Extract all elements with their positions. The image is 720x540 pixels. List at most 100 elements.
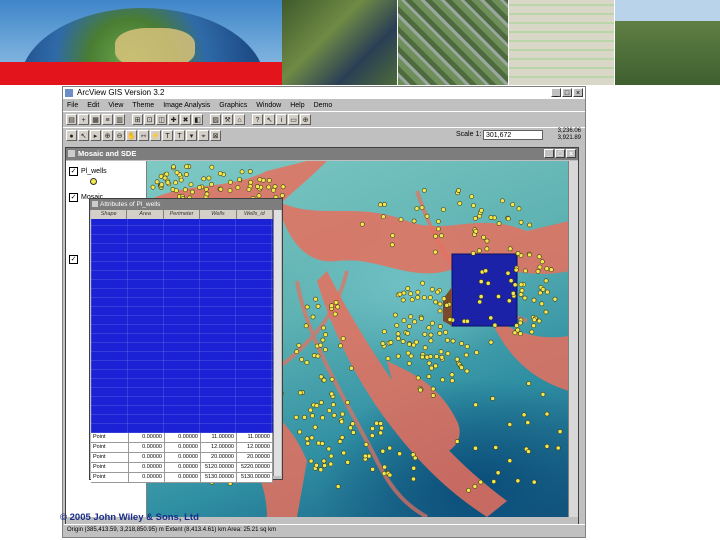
well-point[interactable] <box>429 365 434 371</box>
table-row[interactable]: Point 0.00000 0.00000 12.00000 12.00000 <box>91 443 273 453</box>
well-point[interactable] <box>529 329 535 335</box>
well-point[interactable] <box>394 322 400 328</box>
well-point[interactable] <box>248 179 254 185</box>
well-point[interactable] <box>329 391 335 397</box>
well-point[interactable] <box>488 215 494 220</box>
well-point[interactable] <box>406 323 412 329</box>
well-point[interactable] <box>539 259 545 265</box>
well-point[interactable] <box>521 412 527 418</box>
well-point[interactable] <box>437 330 443 336</box>
well-point[interactable] <box>454 439 460 444</box>
well-point[interactable] <box>338 343 343 349</box>
well-point[interactable] <box>380 448 386 454</box>
menu-view[interactable]: View <box>108 100 123 111</box>
well-point[interactable] <box>499 198 505 204</box>
draw-tool-icon[interactable]: ▾ <box>186 130 197 141</box>
column-header[interactable]: Shape <box>91 210 128 219</box>
menu-graphics[interactable]: Graphics <box>219 100 247 111</box>
well-point[interactable] <box>419 205 425 210</box>
save-icon[interactable]: ▤ <box>66 114 77 125</box>
well-point[interactable] <box>339 434 345 440</box>
well-point[interactable] <box>470 250 476 256</box>
table-row[interactable]: Point 0.00000 0.00000 5120.00000 5220.00… <box>91 463 273 473</box>
well-point[interactable] <box>539 301 545 307</box>
well-point[interactable] <box>445 351 451 356</box>
well-point[interactable] <box>217 171 223 176</box>
well-point[interactable] <box>266 184 272 190</box>
well-point[interactable] <box>478 279 484 284</box>
well-point[interactable] <box>335 304 341 310</box>
hotlink-tool-icon[interactable]: ⚡ <box>150 130 161 141</box>
well-point[interactable] <box>464 318 470 324</box>
well-point[interactable] <box>414 206 420 211</box>
well-point[interactable] <box>432 249 438 255</box>
well-point[interactable] <box>424 354 430 360</box>
well-point[interactable] <box>464 344 470 349</box>
well-point[interactable] <box>537 264 543 270</box>
well-point[interactable] <box>484 238 490 244</box>
well-point[interactable] <box>330 402 336 408</box>
well-point[interactable] <box>339 419 345 425</box>
well-point[interactable] <box>318 374 324 380</box>
well-point[interactable] <box>557 429 563 434</box>
well-point[interactable] <box>516 206 522 212</box>
well-point[interactable] <box>246 186 252 192</box>
well-point[interactable] <box>496 221 502 226</box>
well-point[interactable] <box>438 349 444 355</box>
well-point[interactable] <box>171 164 176 170</box>
well-point[interactable] <box>412 455 418 461</box>
well-point[interactable] <box>537 290 543 296</box>
menu-file[interactable]: File <box>67 100 78 111</box>
well-point[interactable] <box>294 349 300 355</box>
well-point[interactable] <box>433 299 439 305</box>
well-point[interactable] <box>322 463 327 468</box>
well-point[interactable] <box>178 177 184 183</box>
well-point[interactable] <box>201 176 207 182</box>
well-point[interactable] <box>378 421 384 426</box>
well-point[interactable] <box>320 415 325 421</box>
view-maximize-button[interactable]: □ <box>555 149 565 158</box>
well-point[interactable] <box>411 218 417 224</box>
well-point[interactable] <box>422 345 428 351</box>
well-point[interactable] <box>555 445 561 451</box>
well-point[interactable] <box>315 303 321 309</box>
table-vertical-scrollbar[interactable] <box>273 210 281 476</box>
close-button[interactable]: × <box>573 88 583 97</box>
maximize-button[interactable]: □ <box>562 88 572 97</box>
well-point[interactable] <box>505 270 511 276</box>
pointer-tool-icon[interactable]: ↖ <box>78 130 89 141</box>
pan-tool-icon[interactable]: ✋ <box>126 130 137 141</box>
well-point[interactable] <box>411 476 416 482</box>
well-point[interactable] <box>428 338 434 344</box>
well-point[interactable] <box>308 407 313 413</box>
well-point[interactable] <box>397 291 403 297</box>
well-point[interactable] <box>535 269 541 274</box>
well-point[interactable] <box>464 368 470 374</box>
well-point[interactable] <box>418 316 424 321</box>
well-point[interactable] <box>385 356 391 361</box>
well-point[interactable] <box>411 465 417 471</box>
well-point[interactable] <box>228 179 233 185</box>
well-point[interactable] <box>333 299 339 305</box>
well-point[interactable] <box>422 331 428 337</box>
well-point[interactable] <box>308 458 314 464</box>
well-point[interactable] <box>173 188 179 193</box>
well-point[interactable] <box>441 296 447 302</box>
table-row[interactable]: Point 0.00000 0.00000 20.00000 20.00000 <box>91 453 273 463</box>
well-point[interactable] <box>544 266 550 271</box>
menu-image-analysis[interactable]: Image Analysis <box>163 100 210 111</box>
well-point[interactable] <box>408 314 414 320</box>
well-point[interactable] <box>400 339 406 344</box>
well-point[interactable] <box>328 453 334 459</box>
well-point[interactable] <box>381 471 387 476</box>
well-point[interactable] <box>435 289 441 295</box>
well-point[interactable] <box>540 391 546 397</box>
well-point[interactable] <box>218 186 224 192</box>
well-point[interactable] <box>323 332 328 338</box>
well-point[interactable] <box>341 450 347 456</box>
well-point[interactable] <box>518 331 523 337</box>
well-point[interactable] <box>445 337 450 343</box>
well-point[interactable] <box>315 353 321 359</box>
well-point[interactable] <box>204 191 210 197</box>
well-point[interactable] <box>459 341 464 346</box>
